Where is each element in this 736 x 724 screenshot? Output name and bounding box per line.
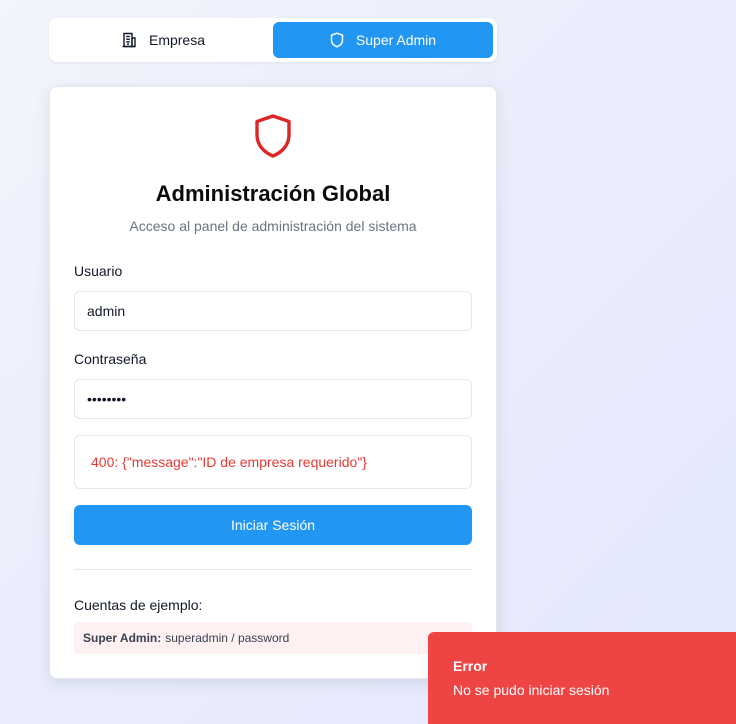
divider [74, 569, 472, 570]
example-account-role: Super Admin: [83, 631, 162, 645]
example-account-row: Super Admin: superadmin / password [74, 622, 472, 654]
login-mode-tabs: Empresa Super Admin [49, 18, 497, 62]
username-input[interactable] [74, 291, 472, 331]
error-message: 400: {"message":"ID de empresa requerido… [74, 435, 472, 489]
error-toast[interactable]: Error No se pudo iniciar sesión [428, 632, 736, 724]
login-card: Administración Global Acceso al panel de… [49, 86, 497, 679]
example-account-credentials: superadmin / password [165, 631, 290, 645]
toast-message: No se pudo iniciar sesión [453, 682, 610, 698]
password-input[interactable] [74, 379, 472, 419]
example-accounts-title: Cuentas de ejemplo: [74, 597, 203, 613]
tab-super-admin[interactable]: Super Admin [273, 22, 493, 58]
login-button[interactable]: Iniciar Sesión [74, 505, 472, 545]
tab-super-admin-label: Super Admin [355, 32, 437, 48]
building-icon [121, 32, 137, 48]
password-label: Contraseña [74, 351, 147, 367]
username-label: Usuario [74, 263, 123, 279]
page-title: Administración Global [155, 181, 391, 206]
tab-empresa-label: Empresa [148, 32, 206, 48]
error-message-text: 400: {"message":"ID de empresa requerido… [91, 454, 367, 470]
tab-empresa[interactable]: Empresa [53, 22, 273, 58]
shield-icon [330, 32, 344, 48]
page-subtitle: Acceso al panel de administración del si… [129, 218, 417, 234]
toast-title: Error [453, 658, 488, 674]
shield-icon [253, 113, 293, 159]
